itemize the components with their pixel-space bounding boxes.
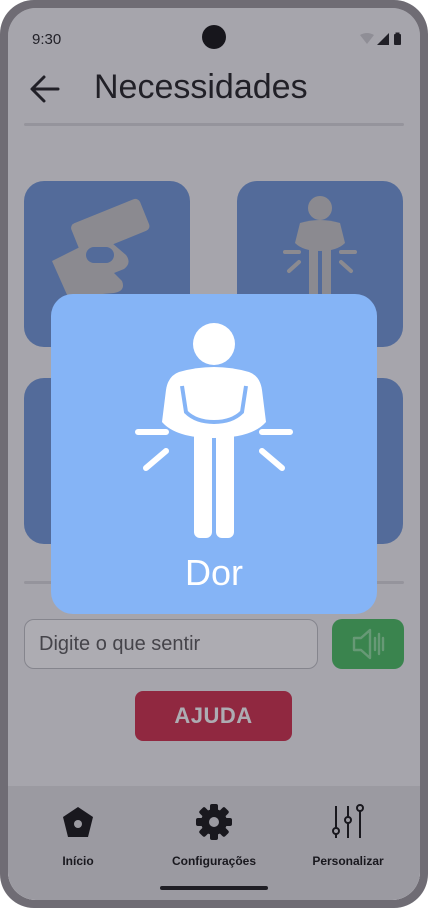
- phone-frame: 9:30 Necessidades Digite o que sentir AJ…: [0, 0, 428, 908]
- person-in-pain-icon: [135, 323, 293, 538]
- popup-card[interactable]: Dor: [51, 294, 377, 614]
- app-screen: 9:30 Necessidades Digite o que sentir AJ…: [8, 8, 420, 900]
- popup-label: Dor: [184, 552, 243, 593]
